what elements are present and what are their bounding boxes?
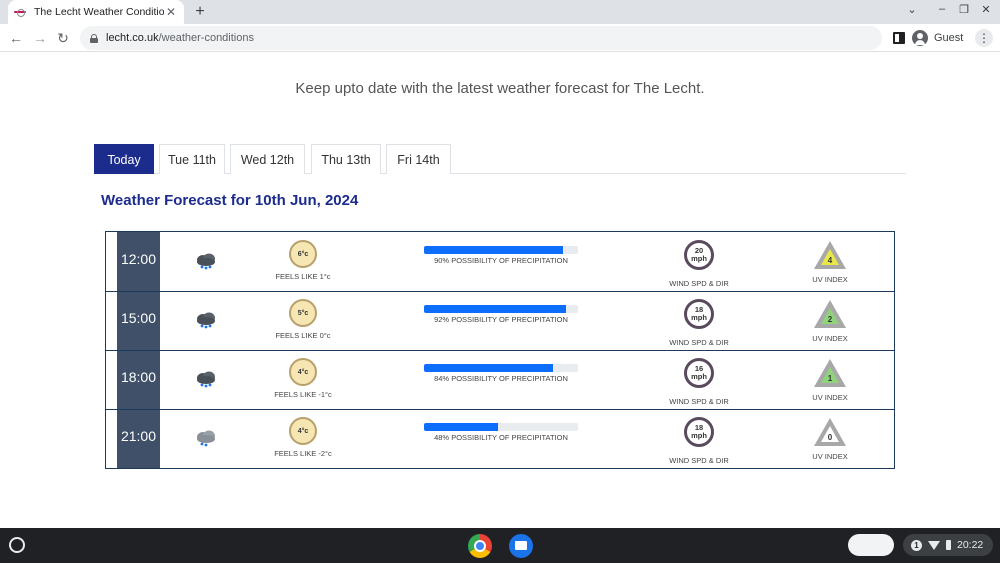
feels-like-text: FEELS LIKE -2°c [274, 449, 332, 458]
day-tabs: Today Tue 11th Wed 12th Thu 13th Fri 14t… [94, 144, 906, 174]
wind-speed-badge: 18 mph [684, 417, 714, 447]
launcher-icon[interactable] [9, 537, 25, 553]
url-text: lecht.co.uk/weather-conditions [106, 32, 254, 44]
forecast-time: 21:00 [120, 428, 157, 444]
tab-fri-14th[interactable]: Fri 14th [386, 144, 451, 174]
more-menu-icon[interactable]: ⋮ [975, 29, 993, 47]
uv-triangle-icon: 2 [814, 300, 846, 328]
tab-today[interactable]: Today [94, 144, 154, 174]
uv-index-value: 1 [828, 374, 833, 383]
forecast-time: 18:00 [120, 369, 157, 385]
heavy-rain-cloud-icon [197, 312, 215, 329]
forecast-table: 12:00 6°c FEELS LIKE 1°c 90% POSSIBILITY OF… [105, 231, 895, 469]
precipitation-fill [424, 423, 498, 431]
tab-strip: The Lecht Weather Conditions ✕ + ⌄ – ❐ ✕ [0, 0, 1000, 24]
uv-triangle-icon: 1 [814, 359, 846, 387]
profile-button[interactable]: Guest [912, 28, 963, 48]
precipitation-fill [424, 364, 554, 372]
wind-unit: mph [691, 313, 707, 322]
files-app-icon[interactable] [509, 534, 533, 558]
minimize-icon[interactable]: – [933, 3, 951, 15]
address-bar[interactable]: lecht.co.uk/weather-conditions [80, 26, 882, 50]
close-window-icon[interactable]: ✕ [977, 3, 995, 16]
uv-label: UV INDEX [812, 393, 848, 402]
uv-label: UV INDEX [812, 452, 848, 461]
uv-triangle-icon: 0 [814, 418, 846, 446]
precipitation-text: 48% POSSIBILITY OF PRECIPITATION [434, 433, 568, 442]
os-shelf: 1 20:22 [0, 528, 1000, 563]
forecast-time: 15:00 [120, 310, 157, 326]
light-rain-cloud-icon [197, 430, 215, 447]
chrome-app-icon[interactable] [468, 534, 492, 558]
maximize-icon[interactable]: ❐ [955, 3, 973, 16]
wind-unit: mph [691, 431, 707, 440]
precipitation-fill [424, 305, 566, 313]
intro-text: Keep upto date with the latest weather f… [295, 80, 705, 97]
close-tab-icon[interactable]: ✕ [164, 5, 178, 19]
heavy-rain-cloud-icon [197, 371, 215, 388]
reload-icon[interactable]: ↻ [53, 28, 73, 48]
status-tray[interactable]: 1 20:22 [903, 534, 993, 556]
uv-index-value: 0 [828, 433, 833, 442]
wind-speed-badge: 20 mph [684, 240, 714, 270]
precipitation-text: 90% POSSIBILITY OF PRECIPITATION [434, 256, 568, 265]
forecast-heading: Weather Forecast for 10th Jun, 2024 [101, 192, 359, 209]
precipitation-text: 84% POSSIBILITY OF PRECIPITATION [434, 374, 568, 383]
site-favicon-icon [14, 8, 26, 17]
holding-space-icon[interactable] [848, 534, 894, 556]
tab-thu-13th[interactable]: Thu 13th [311, 144, 381, 174]
back-icon[interactable]: ← [6, 28, 26, 48]
notification-count: 1 [911, 539, 922, 551]
temperature-badge: 4°c [289, 417, 317, 445]
temperature-badge: 4°c [289, 358, 317, 386]
forecast-row: 21:00 4°c FEELS LIKE -2°c 48% POSSIBILITY O… [106, 409, 894, 468]
wind-speed-badge: 18 mph [684, 299, 714, 329]
precipitation-bar [424, 246, 578, 254]
uv-label: UV INDEX [812, 334, 848, 343]
browser-tab[interactable]: The Lecht Weather Conditions ✕ [8, 0, 184, 24]
wind-label: WIND SPD & DIR [669, 456, 729, 465]
tab-wed-12th[interactable]: Wed 12th [230, 144, 305, 174]
precipitation-bar [424, 305, 578, 313]
tab-search-icon[interactable]: ⌄ [903, 3, 921, 16]
precipitation-fill [424, 246, 563, 254]
avatar-icon [912, 30, 928, 46]
temperature-badge: 5°c [289, 299, 317, 327]
forecast-row: 12:00 6°c FEELS LIKE 1°c 90% POSSIBILITY OF… [106, 232, 894, 291]
battery-icon [946, 540, 951, 550]
wind-label: WIND SPD & DIR [669, 279, 729, 288]
lock-icon[interactable] [90, 33, 98, 43]
forward-icon[interactable]: → [30, 28, 50, 48]
new-tab-button[interactable]: + [190, 2, 210, 22]
profile-label: Guest [934, 32, 964, 44]
uv-index-value: 4 [828, 256, 833, 265]
wind-speed-badge: 16 mph [684, 358, 714, 388]
forecast-row: 18:00 4°c FEELS LIKE -1°c 84% POSSIBILITY O… [106, 350, 894, 409]
wind-unit: mph [691, 254, 707, 263]
wind-label: WIND SPD & DIR [669, 338, 729, 347]
feels-like-text: FEELS LIKE -1°c [274, 390, 332, 399]
tab-title: The Lecht Weather Conditions [34, 6, 164, 18]
wind-label: WIND SPD & DIR [669, 397, 729, 406]
precipitation-bar [424, 423, 578, 431]
heavy-rain-cloud-icon [197, 253, 215, 270]
feels-like-text: FEELS LIKE 1°c [275, 272, 331, 281]
uv-label: UV INDEX [812, 275, 848, 284]
forecast-time: 12:00 [120, 251, 157, 267]
wind-unit: mph [691, 372, 707, 381]
precipitation-text: 92% POSSIBILITY OF PRECIPITATION [434, 315, 568, 324]
precipitation-bar [424, 364, 578, 372]
uv-triangle-icon: 4 [814, 241, 846, 269]
uv-index-value: 2 [828, 315, 833, 324]
tab-tue-11th[interactable]: Tue 11th [159, 144, 225, 174]
feels-like-text: FEELS LIKE 0°c [275, 331, 331, 340]
temperature-badge: 6°c [289, 240, 317, 268]
clock: 20:22 [957, 539, 984, 551]
forecast-row: 15:00 5°c FEELS LIKE 0°c 92% POSSIBILITY OF… [106, 291, 894, 350]
wifi-icon [928, 540, 940, 550]
side-panel-icon[interactable] [893, 32, 905, 44]
browser-toolbar: ← → ↻ lecht.co.uk/weather-conditions Gue… [0, 24, 1000, 52]
